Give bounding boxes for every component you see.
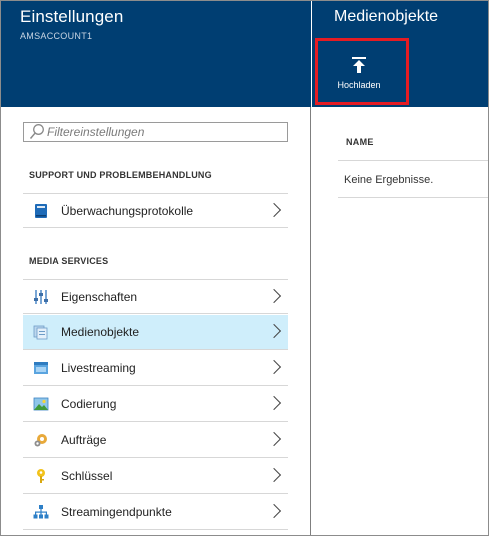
sliders-icon: [32, 288, 50, 306]
jobs-gear-icon: [32, 431, 50, 449]
section-header-media-services: MEDIA SERVICES: [29, 256, 109, 266]
encoding-image-icon: [32, 395, 50, 413]
menu-item-label: Überwachungsprotokolle: [61, 203, 194, 218]
menu-item-assets[interactable]: Medienobjekte: [23, 315, 288, 350]
settings-blade-header: Einstellungen AMSACCOUNT1: [1, 1, 311, 107]
chevron-right-icon: [268, 288, 282, 306]
menu-item-label: Eigenschaften: [61, 289, 138, 304]
chevron-right-icon: [268, 503, 282, 521]
filter-box[interactable]: [23, 122, 288, 142]
filter-input[interactable]: [47, 125, 277, 139]
menu-item-live-streaming[interactable]: Livestreaming: [23, 351, 288, 386]
settings-blade: Einstellungen AMSACCOUNT1 SUPPORT UND PR…: [1, 1, 311, 535]
assets-icon: [32, 323, 50, 341]
divider: [338, 160, 488, 161]
key-icon: [32, 467, 50, 485]
search-icon: [29, 123, 45, 141]
menu-item-label: Streamingendpunkte: [61, 505, 172, 519]
upload-label: Hochladen: [337, 80, 381, 90]
menu-item-label: Medienobjekte: [61, 325, 140, 339]
blade-title: Einstellungen: [20, 7, 124, 26]
menu-item-label: Livestreaming: [61, 361, 136, 375]
assets-blade: Medienobjekte Hochladen NAME Keine Ergeb…: [312, 1, 488, 535]
menu-item-jobs[interactable]: Aufträge: [23, 423, 288, 458]
menu-item-label: Schlüssel: [61, 469, 113, 483]
empty-results-text: Keine Ergebnisse.: [344, 174, 434, 186]
log-book-icon: [32, 202, 50, 220]
column-header-name[interactable]: NAME: [346, 137, 374, 147]
blade-subtitle: AMSACCOUNT1: [20, 31, 93, 41]
menu-item-audit-logs[interactable]: Überwachungsprotokolle: [23, 193, 288, 228]
menu-item-encoding[interactable]: Codierung: [23, 387, 288, 422]
menu-item-label: Aufträge: [61, 433, 107, 447]
upload-button[interactable]: Hochladen: [324, 44, 394, 98]
live-stream-icon: [32, 359, 50, 377]
menu-item-properties[interactable]: Eigenschaften: [23, 279, 288, 314]
menu-item-label: Codierung: [61, 397, 117, 411]
chevron-right-icon: [268, 431, 282, 449]
menu-item-keys[interactable]: Schlüssel: [23, 459, 288, 494]
menu-item-streaming-endpoints[interactable]: Streamingendpunkte: [23, 495, 288, 530]
endpoints-hierarchy-icon: [32, 503, 50, 521]
blade-title: Medienobjekte: [334, 8, 439, 25]
chevron-right-icon: [268, 323, 282, 341]
chevron-right-icon: [268, 359, 282, 377]
chevron-right-icon: [268, 395, 282, 413]
chevron-right-icon: [268, 202, 282, 220]
assets-blade-header: Medienobjekte Hochladen: [312, 1, 488, 107]
chevron-right-icon: [268, 467, 282, 485]
upload-icon: [351, 56, 367, 74]
section-header-support: SUPPORT UND PROBLEMBEHANDLUNG: [29, 170, 212, 180]
divider: [338, 197, 488, 198]
